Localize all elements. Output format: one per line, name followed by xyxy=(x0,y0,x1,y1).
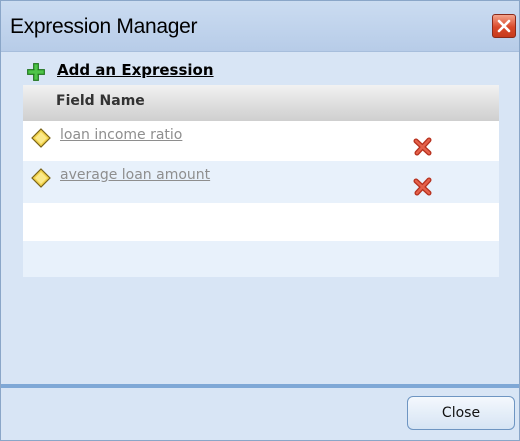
table-row-empty xyxy=(23,203,499,241)
red-x-icon[interactable] xyxy=(413,177,433,197)
table-row: average loan amount xyxy=(23,161,499,203)
expression-link[interactable]: loan income ratio xyxy=(60,127,182,143)
window-close-button[interactable] xyxy=(492,14,516,38)
add-expression-label: Add an Expression xyxy=(57,61,214,79)
dialog-title: Expression Manager xyxy=(10,15,198,38)
table-row: loan income ratio xyxy=(23,121,499,161)
column-header-field-name: Field Name xyxy=(56,93,145,109)
close-button[interactable]: Close xyxy=(407,396,515,430)
table-header: Field Name xyxy=(23,85,499,121)
expression-link[interactable]: average loan amount xyxy=(60,167,210,183)
diamond-icon xyxy=(31,168,51,188)
red-x-icon[interactable] xyxy=(413,137,433,157)
expression-table: Field Name loan income ratio average loa… xyxy=(23,85,499,277)
plus-icon xyxy=(27,63,45,81)
footer-divider xyxy=(1,384,519,388)
title-bar: Expression Manager xyxy=(1,1,519,52)
table-row-empty xyxy=(23,241,499,277)
diamond-icon xyxy=(31,128,51,148)
expression-manager-dialog: Expression Manager Add an Expression Fie… xyxy=(0,0,520,441)
close-icon xyxy=(497,19,511,33)
